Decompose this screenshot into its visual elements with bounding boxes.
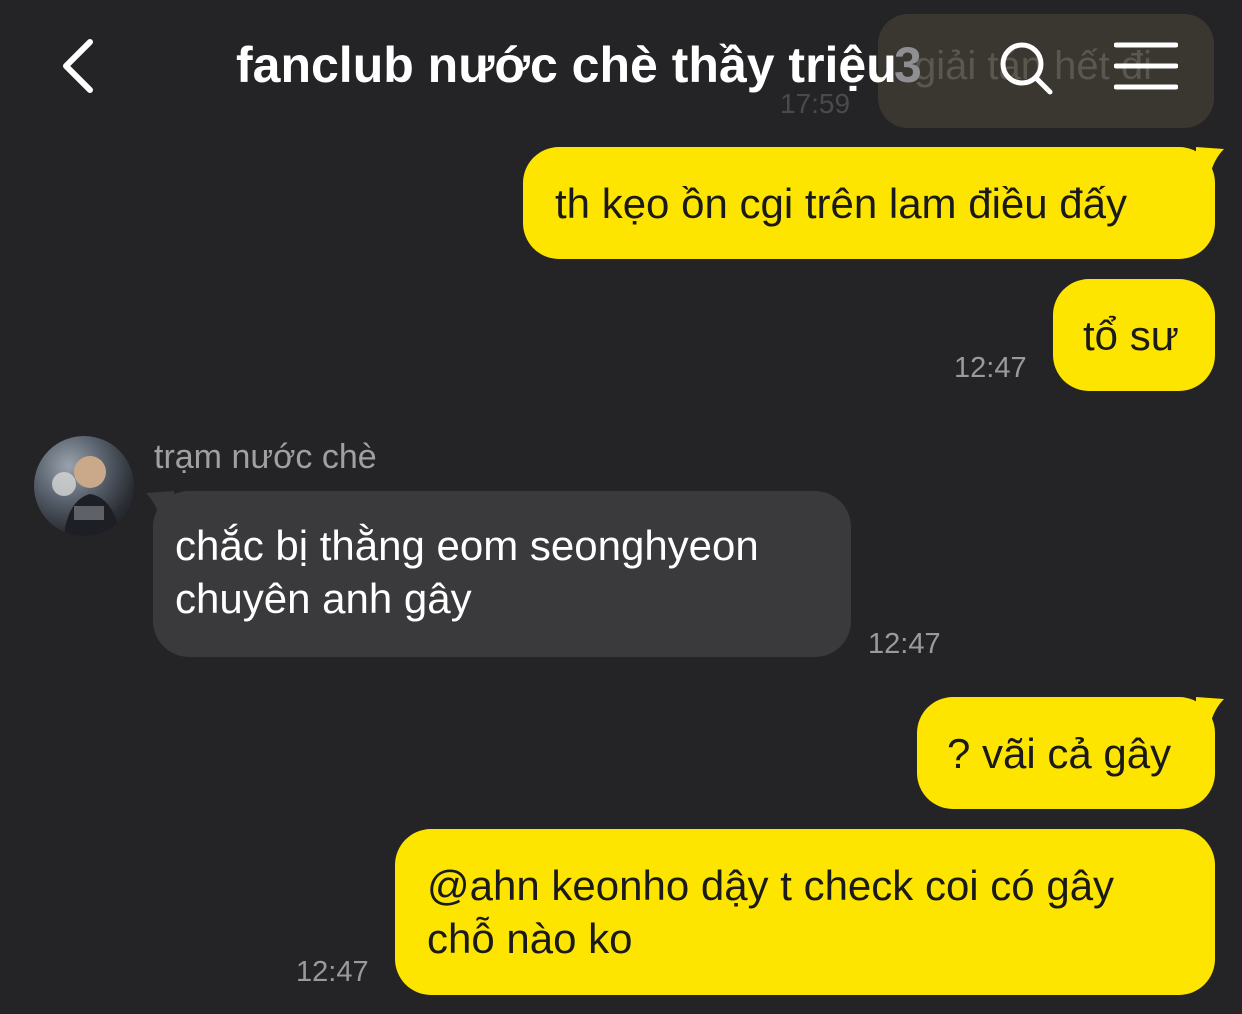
avatar[interactable]: [34, 436, 134, 536]
hamburger-menu-icon[interactable]: [1113, 40, 1179, 92]
message-text-line: @ahn keonho dậy t check coi có gây: [427, 862, 1115, 909]
message-time: 12:47: [868, 628, 941, 660]
message-time: 12:47: [296, 956, 369, 988]
member-count: 3: [894, 37, 922, 93]
message-bubble-mine[interactable]: th kẹo ồn cgi trên lam điều đấy: [523, 147, 1215, 259]
message-bubble-mine[interactable]: tổ sư: [1053, 279, 1215, 391]
message-text-line: chuyên anh gây: [175, 575, 472, 622]
message-text-line: chắc bị thằng eom seonghyeon: [175, 522, 759, 569]
message-bubble-mine[interactable]: @ahn keonho dậy t check coi có gây chỗ n…: [395, 829, 1215, 995]
chat-title: fanclub nước chè thầy triệu: [236, 37, 897, 93]
message-text: ? vãi cả gây: [947, 730, 1172, 777]
message-time: 12:47: [954, 352, 1027, 384]
sender-name: trạm nước chè: [154, 438, 377, 476]
message-text: tổ sư: [1083, 312, 1179, 359]
bubble-tail: [1196, 147, 1224, 175]
chat-screen: giải tán hết đi 17:59 fanclub nước chè t…: [0, 0, 1242, 1014]
message-text: th kẹo ồn cgi trên lam điều đấy: [555, 180, 1128, 227]
search-icon[interactable]: [994, 36, 1058, 100]
message-bubble-theirs[interactable]: chắc bị thằng eom seonghyeon chuyên anh …: [153, 491, 851, 657]
bubble-tail: [1196, 697, 1224, 725]
message-bubble-mine[interactable]: ? vãi cả gây: [917, 697, 1215, 809]
chevron-left-icon[interactable]: [52, 34, 108, 98]
message-text-line: chỗ nào ko: [427, 915, 633, 962]
